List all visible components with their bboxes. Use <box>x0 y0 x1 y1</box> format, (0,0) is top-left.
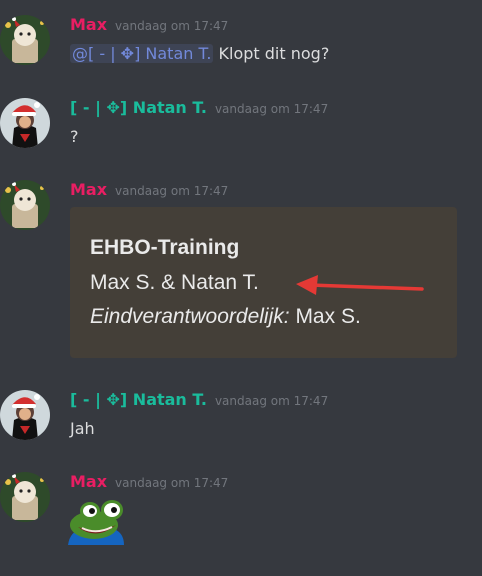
avatar-max[interactable] <box>0 472 50 522</box>
message: [ - | ✥] Natan T. vandaag om 17:47 ? <box>0 98 482 158</box>
red-arrow-icon <box>296 275 424 295</box>
message: Max vandaag om 17:47 @[ - | ✥] Natan T. K… <box>0 15 482 75</box>
avatar-natan[interactable] <box>0 98 50 148</box>
username[interactable]: [ - | ✥] Natan T. <box>70 98 207 117</box>
message: Max vandaag om 17:47 <box>0 472 482 562</box>
username[interactable]: Max <box>70 472 107 491</box>
message-text: Klopt dit nog? <box>218 44 330 63</box>
user-mention[interactable]: @[ - | ✥] Natan T. <box>70 44 214 63</box>
avatar-natan[interactable] <box>0 390 50 440</box>
timestamp: vandaag om 17:47 <box>115 19 229 33</box>
avatar-max[interactable] <box>0 15 50 65</box>
message-text: ? <box>70 127 79 146</box>
message: [ - | ✥] Natan T. vandaag om 17:47 Jah <box>0 390 482 450</box>
username[interactable]: Max <box>70 180 107 199</box>
embedded-image[interactable]: EHBO-Training Max S. & Natan T. Eindvera… <box>70 207 457 358</box>
timestamp: vandaag om 17:47 <box>214 102 329 116</box>
message-text: Jah <box>70 419 95 438</box>
timestamp: vandaag om 17:47 <box>115 476 229 490</box>
message: Max vandaag om 17:47 EHBO-Training Max S.… <box>0 180 482 365</box>
timestamp: vandaag om 17:47 <box>214 394 329 408</box>
username[interactable]: Max <box>70 15 107 34</box>
timestamp: vandaag om 17:47 <box>115 184 229 198</box>
avatar-max[interactable] <box>0 180 50 230</box>
username[interactable]: [ - | ✥] Natan T. <box>70 390 207 409</box>
pepe-frog-emoji-icon[interactable] <box>66 497 130 547</box>
